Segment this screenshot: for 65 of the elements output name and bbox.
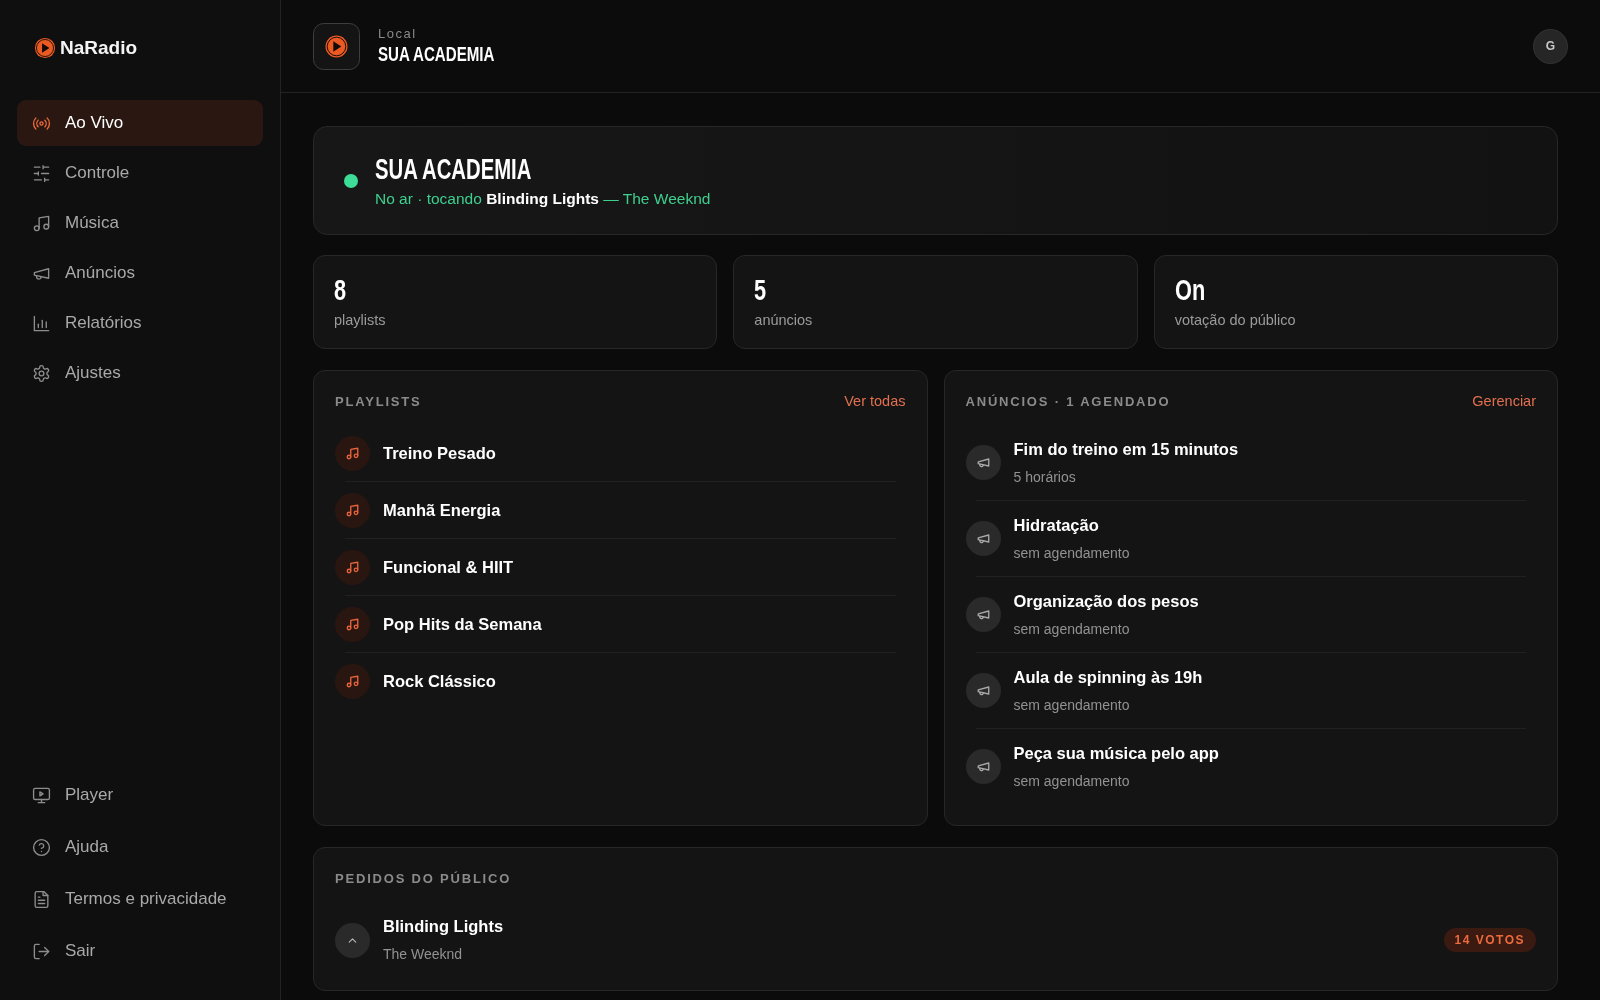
nav-item[interactable]: Anúncios: [17, 250, 263, 296]
view-all-link[interactable]: Ver todas: [844, 393, 906, 409]
request-title: Blinding Lights: [383, 916, 504, 936]
nav-item[interactable]: Relatórios: [17, 300, 263, 346]
panel-title: PEDIDOS DO PÚBLICO: [335, 870, 512, 886]
megaphone-icon: [965, 749, 1001, 784]
manage-link[interactable]: Gerenciar: [1472, 393, 1536, 409]
announcement-title: Hidratação: [1013, 514, 1099, 535]
stat-value: 5: [754, 275, 767, 305]
announcement-title: Fim do treino em 15 minutos: [1013, 438, 1239, 459]
brand-name: NaRadio: [60, 37, 138, 59]
nav-item[interactable]: Sair: [17, 928, 263, 974]
announcement-title: Peça sua música pelo app: [1013, 742, 1219, 763]
announcement-schedule: sem agendamento: [1013, 619, 1130, 639]
playlist-item[interactable]: Pop Hits da Semana: [335, 596, 906, 652]
panel-title: PLAYLISTS: [335, 393, 422, 409]
settings-icon: [32, 363, 51, 383]
playlist-item[interactable]: Treino Pesado: [335, 425, 906, 481]
music-note-icon: [335, 549, 370, 585]
music-note-icon: [335, 663, 370, 699]
nav-item[interactable]: Player: [17, 772, 263, 818]
megaphone-icon: [965, 521, 1001, 556]
music-note-icon: [335, 492, 370, 528]
logout-icon: [32, 941, 51, 961]
nav-item[interactable]: Ao Vivo: [17, 100, 263, 146]
stat-label: anúncios: [754, 311, 813, 329]
monitor-play-icon: [32, 785, 51, 805]
stat-label: votação do público: [1174, 311, 1296, 329]
music-note-icon: [32, 213, 51, 233]
nav-item[interactable]: Ajuda: [17, 824, 263, 870]
stat-label: playlists: [334, 311, 386, 329]
announcement-schedule: sem agendamento: [1013, 543, 1130, 563]
nav-item[interactable]: Música: [17, 200, 263, 246]
announcement-title: Aula de spinning às 19h: [1013, 666, 1203, 687]
station-title: SUA ACADEMIA: [375, 152, 532, 185]
megaphone-icon: [965, 597, 1001, 632]
music-note-icon: [335, 435, 370, 471]
request-artist: The Weeknd: [383, 945, 463, 964]
sliders-icon: [32, 163, 51, 183]
playlist-item[interactable]: Funcional & HIIT: [335, 539, 906, 595]
playlist-item[interactable]: Manhã Energia: [335, 482, 906, 538]
upvote-button[interactable]: [335, 922, 370, 958]
announcement-schedule: sem agendamento: [1013, 695, 1130, 715]
location-label: Local: [378, 26, 417, 42]
announcement-schedule: 5 horários: [1013, 467, 1076, 487]
help-icon: [32, 837, 51, 857]
user-avatar[interactable]: G: [1533, 28, 1568, 64]
music-note-icon: [335, 606, 370, 642]
document-icon: [32, 889, 51, 909]
nav-item[interactable]: Controle: [17, 150, 263, 196]
megaphone-icon: [965, 673, 1001, 708]
stat-value: 8: [334, 275, 347, 305]
nav-item[interactable]: Termos e privacidade: [17, 876, 263, 922]
now-playing-text: No ar · tocando Blinding Lights — The Weeknd: [375, 188, 711, 209]
play-circle-icon: [34, 37, 56, 59]
announcement-title: Organização dos pesos: [1013, 590, 1199, 611]
vote-count: 14 VOTOS: [1443, 928, 1536, 952]
panel-title: ANÚNCIOS · 1 AGENDADO: [965, 393, 1171, 409]
playlist-item[interactable]: Rock Clássico: [335, 653, 906, 709]
stat-value: On: [1174, 275, 1205, 305]
announcement-schedule: sem agendamento: [1013, 771, 1130, 791]
megaphone-icon: [965, 445, 1001, 480]
bar-chart-icon: [32, 313, 51, 333]
station-name: SUA ACADEMIA: [378, 42, 495, 66]
nav-item[interactable]: Ajustes: [17, 350, 263, 396]
